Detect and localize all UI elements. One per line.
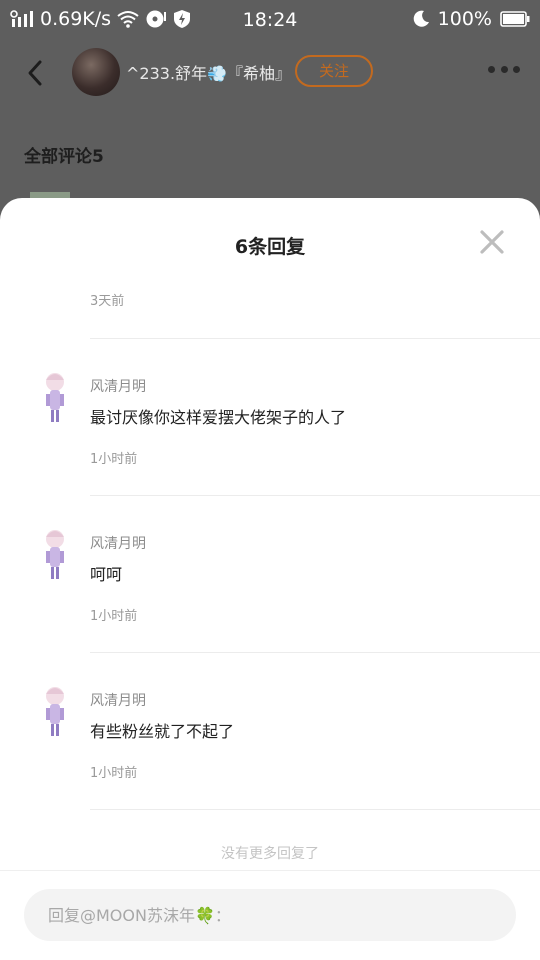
- reply-input-bar: [0, 870, 540, 960]
- more-options-button[interactable]: [488, 66, 520, 76]
- reply-time: 1小时前: [90, 766, 138, 781]
- reply-item: 风清月明 最讨厌像你这样爱摆大佬架子的人了 1小时前: [0, 368, 540, 498]
- reply-username[interactable]: 风清月明: [90, 376, 146, 396]
- divider: [90, 338, 540, 339]
- reply-avatar[interactable]: [36, 368, 74, 424]
- status-right: 100%: [412, 8, 530, 30]
- reply-text: 最讨厌像你这样爱摆大佬架子的人了: [90, 408, 347, 427]
- reply-item: 风清月明 有些粉丝就了不起了 1小时前: [0, 682, 540, 812]
- reply-avatar[interactable]: [36, 682, 74, 738]
- replies-sheet: 6条回复 3天前 风清月明 最讨厌像你这样爱摆大佬架子的人了 1小时前 风清月明…: [0, 198, 540, 960]
- reply-item: 风清月明 呵呵 1小时前: [0, 525, 540, 655]
- divider: [90, 652, 540, 653]
- divider: [90, 809, 540, 810]
- reply-time: 1小时前: [90, 452, 138, 467]
- reply-username[interactable]: 风清月明: [90, 690, 146, 710]
- follow-button[interactable]: 关注: [295, 55, 373, 87]
- battery-percent: 100%: [437, 8, 492, 30]
- back-arrow-icon: [28, 60, 42, 86]
- all-comments-heading: 全部评论5: [24, 147, 104, 167]
- page: 0.69K/s 18:24 100% ^233.舒年💨『希柚』 关注 全部评论5…: [0, 0, 540, 960]
- reply-input[interactable]: [24, 889, 516, 941]
- back-button[interactable]: [22, 58, 48, 88]
- reply-text: 有些粉丝就了不起了: [90, 722, 235, 741]
- battery-icon: [500, 10, 530, 28]
- close-button[interactable]: [478, 228, 506, 256]
- comment-time: 3天前: [90, 294, 125, 309]
- reply-text: 呵呵: [90, 565, 123, 584]
- post-header: ^233.舒年💨『希柚』 关注: [0, 38, 540, 106]
- author-name[interactable]: ^233.舒年💨『希柚』: [126, 60, 291, 84]
- moon-icon: [412, 10, 430, 28]
- more-dots-icon: [488, 66, 495, 73]
- reply-username[interactable]: 风清月明: [90, 533, 146, 553]
- sheet-title: 6条回复: [234, 236, 306, 258]
- reply-avatar[interactable]: [36, 525, 74, 581]
- author-avatar[interactable]: [72, 48, 120, 96]
- no-more-replies: 没有更多回复了: [221, 846, 319, 862]
- reply-time: 1小时前: [90, 609, 138, 624]
- status-bar: 0.69K/s 18:24 100%: [0, 0, 540, 38]
- divider: [90, 495, 540, 496]
- close-icon: [480, 230, 504, 254]
